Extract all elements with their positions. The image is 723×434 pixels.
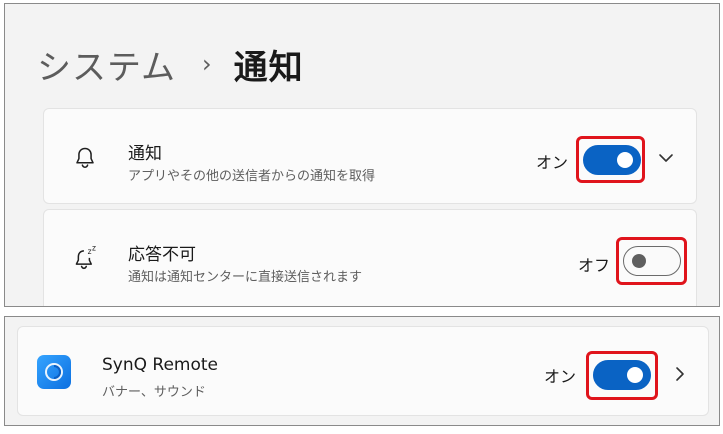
notifications-state-label: オン [536,153,569,172]
breadcrumb-separator: › [201,50,212,78]
app-notification-description: バナー、サウンド [102,385,206,400]
app-notifications-panel: SynQ Remote バナー、サウンド オン [4,316,720,426]
chevron-right-icon[interactable] [674,366,686,382]
chevron-down-icon[interactable] [658,151,674,165]
do-not-disturb-toggle[interactable] [623,246,681,276]
page-title: 通知 [233,47,304,88]
bell-icon [76,147,94,168]
toggle-knob [617,152,633,168]
notifications-setting-card[interactable]: 通知 アプリやその他の送信者からの通知を取得 オン [43,108,697,204]
notifications-description: アプリやその他の送信者からの通知を取得 [128,169,376,184]
app-notifications-toggle[interactable] [593,360,651,390]
breadcrumb-system-link[interactable]: システム [37,40,176,89]
notifications-settings-panel: システム › 通知 通知 アプリやその他の送信者からの通知を取得 オン z z … [4,3,720,307]
do-not-disturb-title: 応答不可 [128,245,196,265]
bell-snooze-icon: z z [75,245,96,270]
notifications-title: 通知 [128,144,162,164]
toggle-knob [627,367,643,383]
do-not-disturb-setting-card[interactable]: z z 応答不可 通知は通知センターに直接送信されます オフ [43,209,697,306]
app-logo-mark [45,363,63,381]
toggle-knob [632,254,646,268]
app-name: SynQ Remote [102,355,219,375]
app-state-label: オン [544,367,577,386]
svg-text:z: z [92,245,96,252]
app-notification-card[interactable]: SynQ Remote バナー、サウンド オン [17,326,709,416]
synq-remote-app-icon [37,355,71,389]
do-not-disturb-description: 通知は通知センターに直接送信されます [128,270,363,285]
notifications-toggle[interactable] [583,145,641,175]
breadcrumb: システム › 通知 [37,38,304,90]
do-not-disturb-state-label: オフ [578,256,611,275]
